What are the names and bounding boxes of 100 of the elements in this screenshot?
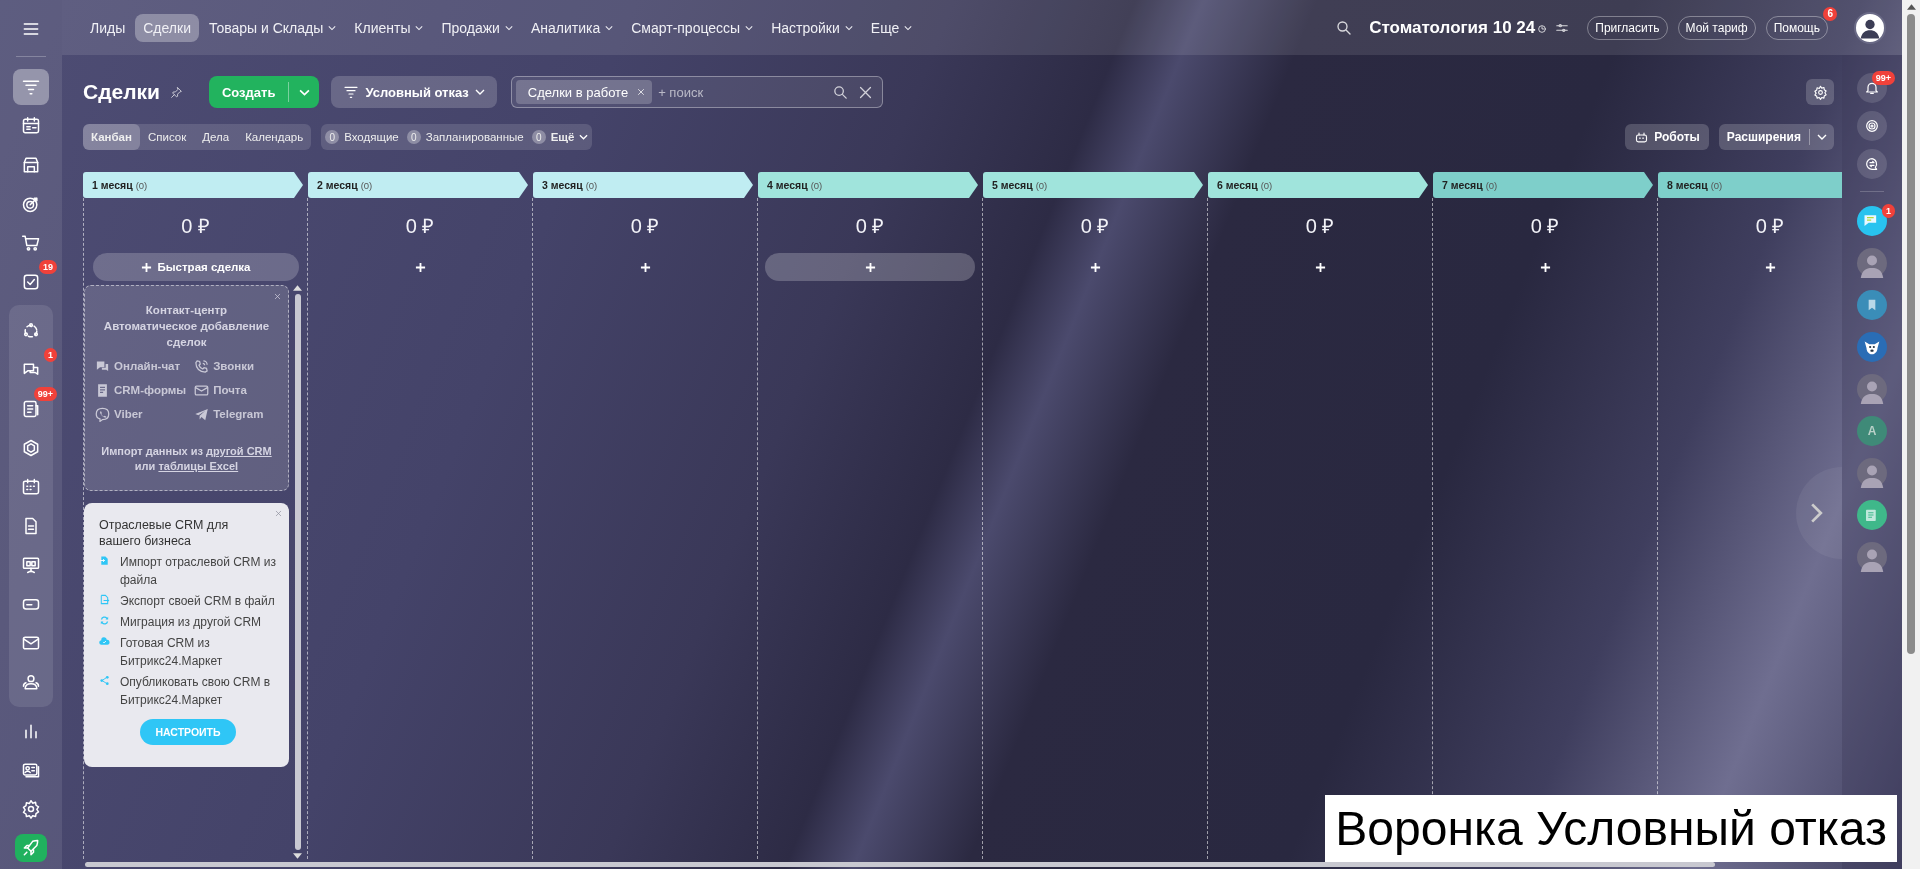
close-icon[interactable] bbox=[636, 87, 647, 97]
user-avatar[interactable] bbox=[1854, 11, 1886, 44]
import-link[interactable]: другой CRM bbox=[206, 445, 272, 457]
settings-icon bbox=[21, 798, 41, 819]
nav-tab[interactable]: Товары и Склады bbox=[200, 13, 345, 42]
nav-tab[interactable]: Продажи bbox=[433, 13, 521, 42]
scrollbar[interactable] bbox=[293, 285, 302, 859]
cloud-icon bbox=[99, 636, 110, 647]
news-icon bbox=[21, 398, 41, 419]
search-icon[interactable] bbox=[831, 83, 849, 101]
import-icon bbox=[99, 555, 110, 566]
count-badge: 1 bbox=[1882, 204, 1895, 218]
stage-sum: 0 ₽ bbox=[630, 214, 660, 239]
stage-header[interactable]: 8 месяц (0) bbox=[1658, 172, 1842, 198]
contact-avatar[interactable] bbox=[1857, 206, 1887, 236]
card-title: Отраслевые CRM для вашего бизнеса bbox=[99, 517, 230, 549]
mail-icon bbox=[194, 382, 210, 398]
channel-link[interactable]: Онлайн-чат bbox=[93, 356, 187, 376]
counter-button[interactable]: 0 Запланированные bbox=[406, 124, 524, 150]
scroll-down-icon[interactable] bbox=[293, 853, 302, 859]
cycle-icon bbox=[21, 320, 41, 341]
stage-header[interactable]: 6 месяц (0) bbox=[1208, 172, 1428, 198]
page-scrollbar[interactable] bbox=[1902, 0, 1920, 869]
settings-button[interactable] bbox=[1806, 79, 1834, 105]
channel-link[interactable]: CRM-формы bbox=[93, 380, 187, 400]
import-text: Импорт данных из другой CRM или таблицы Excel bbox=[100, 444, 273, 474]
export-icon bbox=[99, 594, 110, 605]
option-link[interactable]: Импорт отраслевой CRM из файла bbox=[120, 553, 277, 589]
horizontal-scrollbar[interactable] bbox=[85, 862, 1715, 867]
view-tab[interactable]: Дела bbox=[194, 124, 238, 150]
funnel-dropdown[interactable]: Условный отказ bbox=[331, 76, 497, 108]
paper-plane-icon bbox=[194, 406, 210, 422]
hexagon-icon bbox=[21, 437, 41, 458]
funnel-icon bbox=[343, 84, 360, 100]
quick-deal-button[interactable]: Быстрая сделка bbox=[92, 253, 299, 281]
nav-tab[interactable]: Клиенты bbox=[346, 13, 432, 42]
robots-button[interactable]: Роботы bbox=[1625, 124, 1709, 150]
contact-avatar[interactable] bbox=[1857, 542, 1887, 572]
filter-chip[interactable]: Сделки в работе bbox=[515, 80, 653, 104]
channel-link[interactable]: Звонки bbox=[192, 356, 280, 376]
caret-icon bbox=[298, 88, 310, 96]
option-link[interactable]: Опубликовать свою CRM в Битрикс24.Маркет bbox=[120, 673, 277, 709]
nav-tab[interactable]: Еще bbox=[862, 13, 921, 42]
view-tab[interactable]: Список bbox=[139, 124, 195, 150]
filter-search-field[interactable]: Сделки в работе + поиск bbox=[510, 76, 883, 108]
contact-avatar[interactable] bbox=[1857, 248, 1887, 278]
phone-icon bbox=[194, 358, 210, 374]
nav-tab[interactable]: Лиды bbox=[82, 13, 134, 42]
count-badge: 1 bbox=[44, 348, 57, 362]
stage-sum: 0 ₽ bbox=[1530, 214, 1560, 239]
sidebar-button[interactable] bbox=[13, 68, 49, 105]
settings-icon bbox=[1812, 84, 1828, 100]
stage-header[interactable]: 4 месяц (0) bbox=[758, 172, 978, 198]
counter-button[interactable]: 0 Ещё bbox=[531, 124, 589, 150]
stage-header[interactable]: 1 месяц (0) bbox=[83, 172, 303, 198]
count-badge: 6 bbox=[1823, 6, 1837, 21]
caret-icon bbox=[474, 89, 485, 95]
channel-link[interactable]: Telegram bbox=[192, 404, 280, 424]
caret-icon bbox=[745, 24, 754, 31]
channel-link[interactable]: Почта bbox=[192, 380, 280, 400]
view-tab[interactable]: Канбан bbox=[83, 124, 140, 150]
contact-avatar[interactable] bbox=[1857, 332, 1887, 362]
scroll-up-icon[interactable] bbox=[1906, 4, 1916, 10]
view-tab[interactable]: Календарь bbox=[237, 124, 312, 150]
stage-sum: 0 ₽ bbox=[855, 214, 885, 239]
stage-header[interactable]: 2 месяц (0) bbox=[308, 172, 528, 198]
stage-header[interactable]: 3 месяц (0) bbox=[533, 172, 753, 198]
caret-icon bbox=[415, 24, 424, 31]
channel-link[interactable]: Viber bbox=[93, 404, 187, 424]
nav-tab[interactable]: Смарт-процессы bbox=[623, 13, 762, 42]
nav-tab[interactable]: Аналитика bbox=[522, 13, 622, 42]
share-icon bbox=[99, 675, 110, 686]
caret-icon bbox=[605, 24, 614, 31]
stage-header[interactable]: 7 месяц (0) bbox=[1433, 172, 1653, 198]
contact-avatar[interactable] bbox=[1857, 500, 1887, 530]
stage-header[interactable]: 5 месяц (0) bbox=[983, 172, 1203, 198]
spiral-icon bbox=[1864, 118, 1880, 134]
import-link[interactable]: таблицы Excel bbox=[158, 460, 239, 472]
count-badge: 19 bbox=[39, 260, 57, 274]
plus-icon bbox=[1764, 261, 1776, 273]
option-link[interactable]: Миграция из другой CRM bbox=[120, 613, 262, 631]
sidebar-button[interactable] bbox=[15, 834, 47, 862]
chat-icon bbox=[1864, 156, 1880, 172]
stage-sum: 0 ₽ bbox=[181, 214, 210, 239]
count-badge: 99+ bbox=[33, 387, 57, 401]
calendar-list-icon bbox=[21, 115, 41, 136]
caret-icon bbox=[504, 24, 513, 31]
bell-icon bbox=[1864, 80, 1880, 96]
contact-avatar[interactable] bbox=[1857, 290, 1887, 320]
portal-name[interactable]: Стоматология 10 24 bbox=[1369, 17, 1536, 38]
plus-icon bbox=[1539, 261, 1551, 273]
pin-icon[interactable] bbox=[169, 85, 183, 99]
page-title: Сделки bbox=[83, 80, 160, 104]
nav-tab[interactable]: Настройки bbox=[763, 13, 861, 42]
option-link[interactable]: Экспорт своей CRM в файл bbox=[120, 592, 275, 610]
stage-sum: 0 ₽ bbox=[1080, 214, 1110, 239]
stage-sum: 0 ₽ bbox=[405, 214, 435, 239]
scroll-up-icon[interactable] bbox=[293, 285, 302, 291]
counter-button[interactable]: 0 Входящие bbox=[325, 124, 399, 150]
option-link[interactable]: Готовая CRM из Битрикс24.Маркет bbox=[120, 634, 277, 670]
